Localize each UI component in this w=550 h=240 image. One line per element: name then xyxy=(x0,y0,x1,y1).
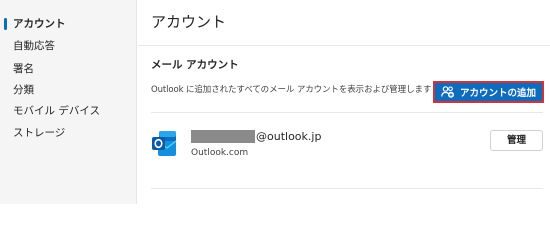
sidebar-item-label: モバイル デバイス xyxy=(13,105,101,117)
sidebar-item-label: アカウント xyxy=(13,18,66,30)
sidebar-item-label: 署名 xyxy=(13,63,34,75)
sidebar-item-auto-reply[interactable]: 自動応答 xyxy=(0,36,137,56)
sidebar-item-label: 自動応答 xyxy=(13,40,55,52)
sidebar-item-categories[interactable]: 分類 xyxy=(0,80,137,100)
section-divider xyxy=(151,112,543,113)
section-description: Outlook に追加されたすべてのメール アカウントを表示および管理します xyxy=(151,85,432,95)
sidebar-item-mobile-devices[interactable]: モバイル デバイス xyxy=(0,101,137,121)
sidebar-item-account[interactable]: アカウント xyxy=(0,14,137,34)
settings-main-pane: アカウント メール アカウント Outlook に追加されたすべてのメール アカ… xyxy=(138,0,550,204)
sidebar-item-label: 分類 xyxy=(13,84,34,96)
account-row: @outlook.jp Outlook.com 管理 xyxy=(151,126,543,166)
sidebar-item-storage[interactable]: ストレージ xyxy=(0,123,137,143)
people-add-icon xyxy=(441,86,454,98)
title-divider xyxy=(138,45,550,46)
account-email: @outlook.jp xyxy=(256,130,322,143)
account-type: Outlook.com xyxy=(191,148,249,158)
page-title: アカウント xyxy=(151,13,227,31)
manage-account-button[interactable]: 管理 xyxy=(490,130,543,151)
redacted-email-username xyxy=(191,130,255,143)
add-account-label: アカウントの追加 xyxy=(459,88,536,99)
section-title: メール アカウント xyxy=(151,59,239,71)
outlook-logo-icon xyxy=(152,131,177,156)
active-indicator xyxy=(4,18,7,30)
row-divider xyxy=(151,188,543,189)
add-account-button[interactable]: アカウントの追加 xyxy=(433,81,544,103)
sidebar-item-signature[interactable]: 署名 xyxy=(0,59,137,79)
settings-sidebar: アカウント 自動応答 署名 分類 モバイル デバイス ストレージ xyxy=(0,0,137,204)
sidebar-item-label: ストレージ xyxy=(13,127,66,139)
